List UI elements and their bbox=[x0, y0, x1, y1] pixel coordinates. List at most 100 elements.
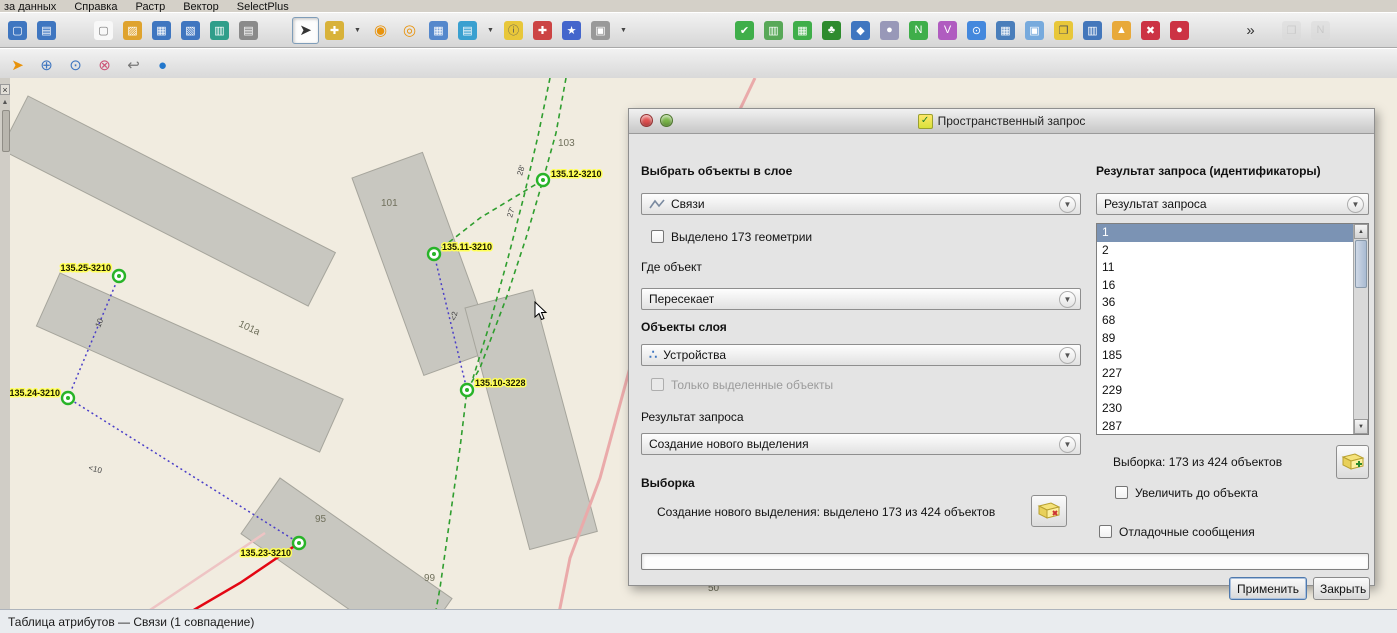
plugin-vegetation-icon[interactable]: ♣ bbox=[818, 17, 845, 44]
plugin-gem-icon[interactable]: ◆ bbox=[847, 17, 874, 44]
plugin-vegetation-icon: ♣ bbox=[822, 21, 841, 40]
menu-item[interactable]: за данных bbox=[4, 1, 56, 12]
scroll-down-icon[interactable]: ▼ bbox=[1354, 419, 1368, 434]
plugin-sphere-icon[interactable]: ● bbox=[876, 17, 903, 44]
plugin-doc-table-icon[interactable]: ▥ bbox=[1079, 17, 1106, 44]
zoom-to-object-checkbox[interactable]: Увеличить до объекта bbox=[1115, 485, 1258, 500]
plugin-table-icon[interactable]: ▦ bbox=[789, 17, 816, 44]
print-composer-icon[interactable]: ▥ bbox=[206, 17, 233, 44]
save-file-icon[interactable]: ▦ bbox=[148, 17, 175, 44]
open-file-icon: ▨ bbox=[123, 21, 142, 40]
query-result-label: Результат запроса bbox=[641, 410, 744, 424]
id-list-item[interactable]: 16 bbox=[1097, 277, 1353, 295]
scroll-up-icon[interactable]: ▲ bbox=[1354, 224, 1368, 239]
plugin-brush-icon[interactable]: ● bbox=[1166, 17, 1193, 44]
plugin-red-icon[interactable]: ✖ bbox=[1137, 17, 1164, 44]
panel-scroll-up-icon[interactable]: ▲ bbox=[0, 98, 10, 108]
id-list-item[interactable]: 11 bbox=[1097, 259, 1353, 277]
touch-zoom-icon[interactable]: ➤ bbox=[4, 52, 31, 79]
zoom-to-selection-icon: ◉ bbox=[371, 21, 390, 40]
zoom-to-layer-icon[interactable]: ◎ bbox=[396, 17, 423, 44]
zoom-in-icon: ⊕ bbox=[37, 56, 56, 75]
move-feature-icon[interactable]: ✚ bbox=[321, 17, 348, 44]
new-file-icon[interactable]: ▢ bbox=[90, 17, 117, 44]
result-mode-combo[interactable]: Создание нового выделения ▼ bbox=[641, 433, 1081, 455]
id-list-item[interactable]: 89 bbox=[1097, 330, 1353, 348]
id-list-item[interactable]: 68 bbox=[1097, 312, 1353, 330]
result-ids-combo[interactable]: Результат запроса ▼ bbox=[1096, 193, 1369, 215]
panel-scrollbar-thumb[interactable] bbox=[2, 110, 10, 152]
plugin-chart-icon[interactable]: ▥ bbox=[760, 17, 787, 44]
id-list-item[interactable]: 185 bbox=[1097, 347, 1353, 365]
select-features-icon[interactable]: ➤ bbox=[292, 17, 319, 44]
menu-item[interactable]: Растр bbox=[135, 1, 165, 12]
annotation-dropdown-arrow[interactable]: ▼ bbox=[616, 17, 631, 44]
plugin-search-table-icon: ▦ bbox=[996, 21, 1015, 40]
checkbox-box bbox=[651, 378, 664, 391]
open-project-icon[interactable]: ▤ bbox=[33, 17, 60, 44]
new-project-icon[interactable]: ▢ bbox=[4, 17, 31, 44]
save-file-as-icon[interactable]: ▧ bbox=[177, 17, 204, 44]
checkbox-box[interactable] bbox=[1099, 525, 1112, 538]
zoom-selection-icon: ⊗ bbox=[95, 56, 114, 75]
checkbox-box[interactable] bbox=[1115, 486, 1128, 499]
zoom-in-icon[interactable]: ⊕ bbox=[33, 52, 60, 79]
main-toolbar: ▢▤▢▨▦▧▥▤➤✚▼◉◎▦▤▼ⓘ✚★▣▼✔▥▦♣◆●NV⊙▦▣❐▥▲✖●»❐N bbox=[0, 12, 1397, 48]
objects-combo-value: Устройства bbox=[663, 348, 726, 362]
debug-messages-checkbox[interactable]: Отладочные сообщения bbox=[1099, 524, 1255, 539]
web-globe-icon[interactable]: ● bbox=[149, 52, 176, 79]
list-scrollbar[interactable]: ▲ ▼ bbox=[1353, 224, 1368, 434]
plugin-image-icon[interactable]: ▣ bbox=[1021, 17, 1048, 44]
plugin-chat-icon[interactable]: ⊙ bbox=[963, 17, 990, 44]
measure-dropdown-arrow: ▼ bbox=[484, 21, 497, 40]
toolbar-overflow-chevron: » bbox=[1241, 21, 1260, 40]
attribute-table-icon[interactable]: ▦ bbox=[425, 17, 452, 44]
dialog-titlebar[interactable]: ✓ Пространственный запрос bbox=[629, 109, 1374, 134]
measure-dropdown-arrow[interactable]: ▼ bbox=[483, 17, 498, 44]
zoom-actual-icon[interactable]: ⊙ bbox=[62, 52, 89, 79]
ids-list[interactable]: 121116366889185227229230287 ▲ ▼ bbox=[1096, 223, 1369, 435]
id-list-item[interactable]: 2 bbox=[1097, 242, 1353, 260]
menu-item[interactable]: SelectPlus bbox=[237, 1, 289, 12]
open-file-icon[interactable]: ▨ bbox=[119, 17, 146, 44]
plugin-nature-icon[interactable]: N bbox=[905, 17, 932, 44]
id-list-item[interactable]: 287 bbox=[1097, 418, 1353, 435]
close-button[interactable]: Закрыть bbox=[1313, 577, 1370, 600]
map-tips-icon[interactable]: ⓘ bbox=[500, 17, 527, 44]
menu-item[interactable]: Вектор bbox=[183, 1, 219, 12]
id-list-item[interactable]: 227 bbox=[1097, 365, 1353, 383]
result-selection-map-button[interactable] bbox=[1336, 445, 1369, 479]
menu-item[interactable]: Справка bbox=[74, 1, 117, 12]
layer-combo[interactable]: Связи ▼ bbox=[641, 193, 1081, 215]
plugin-folder-up-icon[interactable]: ▲ bbox=[1108, 17, 1135, 44]
plugin-copy-icon[interactable]: ❐ bbox=[1050, 17, 1077, 44]
selection-map-button[interactable] bbox=[1031, 495, 1067, 527]
plugin-styler-icon[interactable]: V bbox=[934, 17, 961, 44]
plugin-brush-icon: ● bbox=[1170, 21, 1189, 40]
id-list-item[interactable]: 229 bbox=[1097, 382, 1353, 400]
print-icon[interactable]: ▤ bbox=[235, 17, 262, 44]
id-list-item[interactable]: 1 bbox=[1097, 224, 1353, 242]
plugin-manage-icon[interactable]: ✔ bbox=[731, 17, 758, 44]
id-list-item[interactable]: 230 bbox=[1097, 400, 1353, 418]
zoom-last-icon[interactable]: ↩ bbox=[120, 52, 147, 79]
zoom-selection-icon[interactable]: ⊗ bbox=[91, 52, 118, 79]
new-bookmark-icon[interactable]: ✚ bbox=[529, 17, 556, 44]
apply-button[interactable]: Применить bbox=[1229, 577, 1307, 600]
panel-close-icon[interactable]: × bbox=[0, 84, 10, 95]
objects-combo[interactable]: ∴ Устройства ▼ bbox=[641, 344, 1081, 366]
checkbox-box[interactable] bbox=[651, 230, 664, 243]
scrollbar-thumb[interactable] bbox=[1355, 240, 1367, 288]
annotation-icon[interactable]: ▣ bbox=[587, 17, 614, 44]
zoom-last-icon: ↩ bbox=[124, 56, 143, 75]
predicate-combo[interactable]: Пересекает ▼ bbox=[641, 288, 1081, 310]
zoom-to-selection-icon[interactable]: ◉ bbox=[367, 17, 394, 44]
id-list-item[interactable]: 36 bbox=[1097, 294, 1353, 312]
measure-icon[interactable]: ▤ bbox=[454, 17, 481, 44]
show-bookmarks-icon[interactable]: ★ bbox=[558, 17, 585, 44]
selected-geometries-checkbox[interactable]: Выделено 173 геометрии bbox=[651, 229, 812, 244]
line-label: 27' bbox=[505, 206, 517, 219]
select-tool-dropdown-arrow[interactable]: ▼ bbox=[350, 17, 365, 44]
toolbar-overflow-chevron[interactable]: » bbox=[1237, 17, 1264, 44]
plugin-search-table-icon[interactable]: ▦ bbox=[992, 17, 1019, 44]
